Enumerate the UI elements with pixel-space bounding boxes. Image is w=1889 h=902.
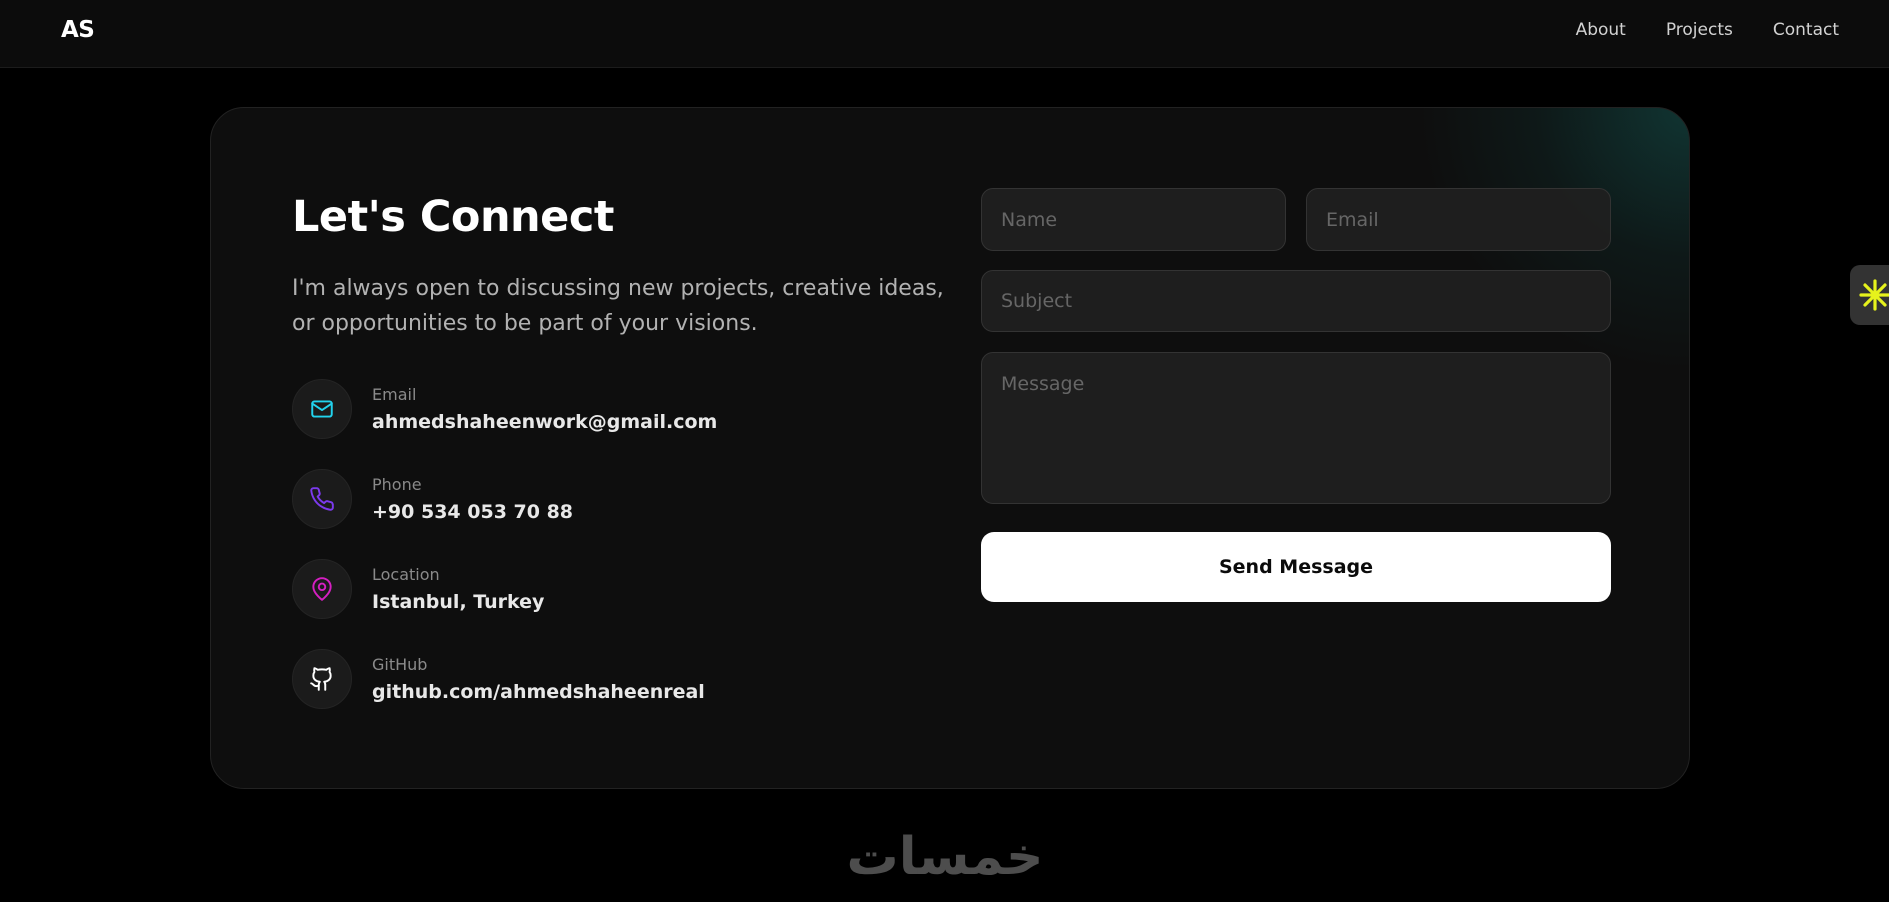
send-message-button[interactable]: Send Message [981,532,1611,602]
main-nav: About Projects Contact [1576,20,1839,40]
contact-item-email[interactable]: Email ahmedshaheenwork@gmail.com [292,379,852,439]
nav-link-about[interactable]: About [1576,20,1626,40]
contact-label: GitHub [372,655,428,674]
contact-label: Phone [372,475,422,494]
contact-item-phone[interactable]: Phone +90 534 053 70 88 [292,469,852,529]
github-icon [292,649,352,709]
watermark-logo: خمسات [846,827,1043,886]
contact-item-github[interactable]: GitHub github.com/ahmedshaheenreal [292,649,852,709]
watermark-text: خمسات [846,827,1043,886]
contact-value: Istanbul, Turkey [372,591,545,613]
contact-intro: I'm always open to discussing new projec… [292,276,944,336]
phone-icon [292,469,352,529]
asterisk-icon [1859,279,1889,311]
contact-card: Let's Connect I'm always open to discuss… [210,107,1690,789]
contact-label: Email [372,385,417,404]
subject-input[interactable] [981,270,1611,332]
name-input[interactable] [981,188,1286,251]
email-input[interactable] [1306,188,1611,251]
contact-value: github.com/ahmedshaheenreal [372,681,705,703]
contact-title: Let's Connect [292,192,614,242]
nav-link-projects[interactable]: Projects [1666,20,1733,40]
top-navbar: AS About Projects Contact [0,0,1889,68]
message-textarea[interactable] [981,352,1611,504]
contact-label: Location [372,565,440,584]
nav-link-contact[interactable]: Contact [1773,20,1839,40]
contact-value: +90 534 053 70 88 [372,501,574,523]
map-pin-icon [292,559,352,619]
side-widget-tab[interactable] [1850,265,1889,325]
contact-item-location[interactable]: Location Istanbul, Turkey [292,559,852,619]
site-logo[interactable]: AS [61,17,95,43]
mail-icon [292,379,352,439]
contact-value: ahmedshaheenwork@gmail.com [372,411,718,433]
